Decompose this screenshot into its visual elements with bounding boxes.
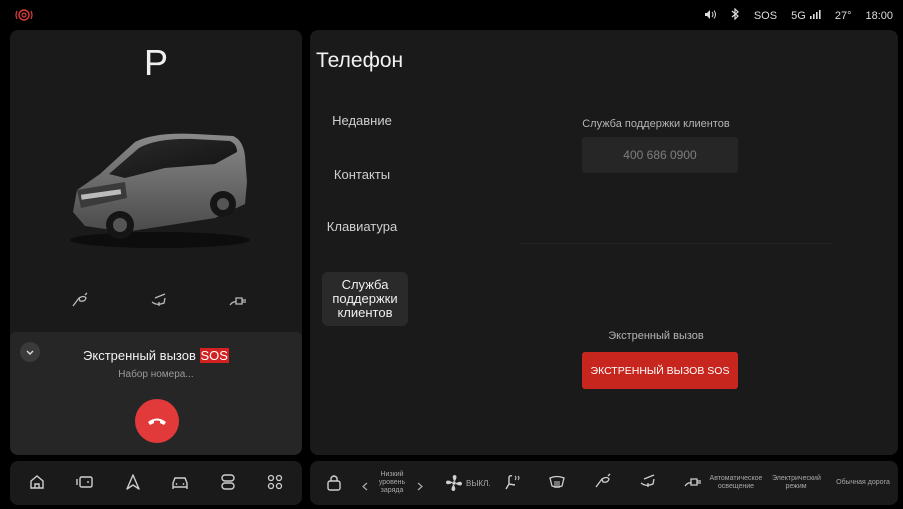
electric-mode-label[interactable]: Электрический режим — [772, 475, 821, 491]
divider — [520, 243, 832, 244]
phone-hangup-icon — [148, 418, 166, 425]
call-title-text: Экстренный вызов — [83, 348, 196, 363]
service-number-button[interactable]: 400 686 0900 — [582, 137, 738, 173]
hazard-icon — [14, 8, 34, 27]
vehicle-panel: P Экстренный вызов SOS Набор номера... — [10, 30, 302, 455]
signal-icon — [809, 9, 821, 19]
emergency-label: Экстренный вызов — [608, 330, 704, 342]
service-label: Служба поддержки клиентов — [582, 118, 730, 130]
fan-status: ВЫКЛ. — [466, 479, 491, 488]
gear-indicator: P — [143, 42, 168, 83]
media-icon[interactable] — [75, 473, 95, 496]
call-status: Набор номера... — [118, 369, 194, 380]
clock: 18:00 — [865, 9, 893, 22]
network-status: 5G — [791, 9, 821, 22]
chevron-right-icon[interactable] — [417, 478, 423, 496]
rear-defrost-icon[interactable] — [547, 473, 567, 498]
navigation-icon[interactable] — [124, 473, 142, 496]
charging-cable-icon[interactable] — [228, 292, 250, 313]
battery-level-label: Низкий уровень заряда — [378, 471, 406, 494]
sos-highlight: SOS — [199, 348, 229, 363]
tab-contacts[interactable]: Контакты — [317, 167, 407, 182]
tab-recent[interactable]: Недавние — [317, 113, 407, 128]
home-icon[interactable] — [28, 473, 46, 496]
trunk-icon[interactable] — [149, 292, 169, 313]
tab-keypad[interactable]: Клавиатура — [317, 219, 407, 234]
lock-icon[interactable] — [326, 473, 342, 496]
volume-icon[interactable] — [704, 9, 717, 23]
apps-grid-icon[interactable] — [266, 473, 284, 496]
status-bar: SOS 5G 27° 18:00 — [0, 0, 903, 30]
charge-port-icon[interactable] — [70, 292, 90, 313]
app-dock — [10, 461, 302, 505]
bluetooth-icon[interactable] — [731, 7, 740, 23]
call-title: Экстренный вызов SOS — [10, 348, 302, 363]
phone-panel: Телефон Недавние Контакты Клавиатура Слу… — [310, 30, 898, 455]
network-label: 5G — [791, 9, 806, 22]
seat-heat-icon[interactable] — [501, 473, 521, 498]
sos-status[interactable]: SOS — [754, 10, 777, 22]
climate-dock: Низкий уровень заряда ВЫКЛ. Автоматическ… — [310, 461, 898, 505]
fan-icon[interactable] — [444, 473, 464, 498]
page-title: Телефон — [316, 49, 404, 72]
car-icon[interactable] — [170, 473, 190, 496]
temperature: 27° — [834, 9, 852, 22]
hangup-button[interactable] — [135, 399, 179, 443]
car-image — [65, 122, 255, 257]
settings-toggle-icon[interactable] — [219, 473, 237, 496]
road-mode-label[interactable]: Обычная дорога — [831, 479, 895, 487]
auto-lighting-label[interactable]: Автоматическое освещение — [706, 475, 766, 491]
charge-port-dock-icon[interactable] — [593, 473, 613, 494]
chevron-left-icon[interactable] — [362, 478, 368, 496]
trunk-dock-icon[interactable] — [638, 473, 658, 494]
emergency-call-card: Экстренный вызов SOS Набор номера... — [10, 332, 302, 455]
charging-cable-dock-icon[interactable] — [683, 473, 705, 494]
tab-customer-service[interactable]: Служба поддержки клиентов — [322, 272, 408, 326]
emergency-sos-button[interactable]: ЭКСТРЕННЫЙ ВЫЗОВ SOS — [582, 352, 738, 389]
